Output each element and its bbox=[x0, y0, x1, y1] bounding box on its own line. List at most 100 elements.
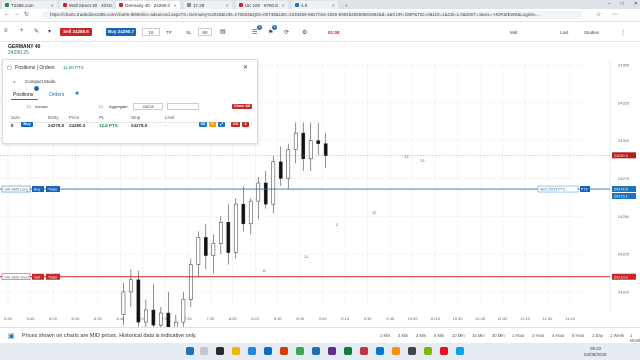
draw-icon[interactable]: ✎ bbox=[34, 28, 39, 35]
tab-close-icon[interactable]: ✕ bbox=[282, 3, 285, 8]
timeframe-option[interactable]: 10 Min bbox=[452, 333, 465, 338]
browser-tab[interactable]: Wall Street 30 · 40315(0)✕ bbox=[60, 1, 112, 9]
last-dropdown[interactable]: Last bbox=[560, 30, 569, 35]
tab-close-icon[interactable]: ✕ bbox=[226, 3, 229, 8]
sell-button[interactable]: Sell 24289.6 bbox=[60, 28, 92, 36]
aggregate-checkbox[interactable]: ☐ bbox=[99, 104, 103, 109]
timeframe-option[interactable]: 6 Hour bbox=[572, 333, 585, 338]
position-stop[interactable]: 24278.0 bbox=[131, 123, 147, 128]
browser-tab[interactable]: 17.28 ✕ bbox=[184, 1, 232, 9]
taskbar-date[interactable]: 04/08/2025 bbox=[584, 352, 607, 357]
tab-orders[interactable]: Orders bbox=[49, 92, 64, 98]
excel-icon[interactable] bbox=[344, 347, 352, 355]
timeframe-option[interactable]: 2 Min bbox=[398, 333, 408, 338]
refresh-icon[interactable]: ⟳ bbox=[284, 29, 289, 36]
menu-icon[interactable]: ≡ bbox=[4, 28, 8, 34]
position-price: 24290.3 bbox=[69, 123, 86, 128]
app-three-icon[interactable] bbox=[424, 347, 432, 355]
stake-input[interactable]: 16 bbox=[142, 28, 160, 36]
row-button-close[interactable]: X bbox=[242, 122, 249, 127]
sl-input[interactable]: 60 bbox=[198, 28, 212, 36]
mail-icon[interactable] bbox=[264, 347, 272, 355]
timeframe-option[interactable]: 1 Day bbox=[592, 333, 603, 338]
new-tab-button[interactable]: + bbox=[342, 1, 352, 9]
terminal-icon[interactable] bbox=[408, 347, 416, 355]
maximize-icon[interactable]: □ bbox=[621, 1, 624, 8]
browser-tab[interactable]: UK 100 · 8790.8 ✕ bbox=[236, 1, 288, 9]
browser-tab[interactable]: Germany 40 · 24290.0 ✕ bbox=[116, 1, 180, 9]
timeframe-option[interactable]: 1 Min bbox=[380, 333, 390, 338]
start-icon[interactable] bbox=[186, 347, 194, 355]
positions-icon[interactable]: ☰ bbox=[252, 29, 257, 36]
panel-icon: ▢ bbox=[7, 65, 12, 71]
reload-icon[interactable]: ↻ bbox=[24, 11, 29, 18]
time-axis-label: 11:00 bbox=[498, 316, 508, 321]
office-icon[interactable] bbox=[280, 347, 288, 355]
timeframe-option[interactable]: 1 Week bbox=[610, 333, 624, 338]
position-entry: 24278.0 bbox=[48, 123, 65, 128]
app-four-icon[interactable] bbox=[440, 347, 448, 355]
timeframe-option[interactable]: 3 Min bbox=[416, 333, 426, 338]
minimize-icon[interactable]: – bbox=[608, 1, 611, 8]
buy-button[interactable]: Buy 24290.7 bbox=[106, 28, 136, 36]
timeframe-option[interactable]: 15 Min bbox=[472, 333, 485, 338]
url-field[interactable]: https://charts.tradedirect365.com/charts… bbox=[42, 11, 582, 19]
aggregate-value[interactable]: 24278 bbox=[133, 103, 163, 110]
tp-label[interactable]: TP bbox=[166, 30, 172, 35]
favorites-icon[interactable]: ☆ bbox=[596, 11, 601, 18]
more-icon[interactable]: ⋮ bbox=[620, 29, 626, 36]
close-all-button[interactable]: Close All bbox=[232, 104, 252, 109]
edge-browser-icon[interactable] bbox=[248, 347, 256, 355]
extensions-icon[interactable]: ⋯ bbox=[612, 11, 618, 18]
row-button-se[interactable]: SE bbox=[199, 122, 207, 127]
row-button-order[interactable]: O bbox=[209, 122, 216, 127]
timeframe-option[interactable]: 5 Min bbox=[434, 333, 444, 338]
compact-toggle-icon[interactable]: ● bbox=[13, 79, 15, 84]
row-button-ox[interactable]: OX bbox=[231, 122, 240, 127]
timeframe-option[interactable]: 1 Month bbox=[630, 333, 640, 343]
app-five-icon[interactable] bbox=[456, 347, 464, 355]
mid-dropdown[interactable]: Mid bbox=[510, 30, 517, 35]
timeframe-option[interactable]: 2 Hour bbox=[532, 333, 545, 338]
browser-tab[interactable]: T2365.com ✕ bbox=[2, 1, 57, 9]
timeframe-option[interactable]: 30 Min bbox=[492, 333, 505, 338]
app-icon[interactable] bbox=[360, 347, 368, 355]
tab-close-icon[interactable]: ✕ bbox=[51, 3, 54, 8]
app-two-icon[interactable] bbox=[392, 347, 400, 355]
alerts-icon[interactable]: ⚑ bbox=[268, 29, 273, 36]
tab-close-icon[interactable]: ✕ bbox=[332, 3, 335, 8]
candle-body bbox=[293, 132, 298, 150]
search-icon[interactable] bbox=[200, 347, 208, 355]
timeframe-option[interactable]: 1 Hour bbox=[512, 333, 525, 338]
close-icon[interactable]: ✕ bbox=[634, 1, 638, 8]
file-explorer-icon[interactable] bbox=[232, 347, 240, 355]
teams-icon[interactable] bbox=[328, 347, 336, 355]
arrows-checkbox[interactable]: ☐ bbox=[27, 104, 31, 109]
order-icon[interactable]: ▤ bbox=[220, 28, 226, 35]
aggregate-extra-field[interactable] bbox=[167, 103, 199, 110]
tab-close-icon[interactable]: ✕ bbox=[174, 3, 177, 8]
panel-close-icon[interactable]: ✕ bbox=[243, 64, 248, 71]
crosshair-icon[interactable]: + bbox=[20, 28, 24, 34]
word-icon[interactable] bbox=[312, 347, 320, 355]
timeframe-option[interactable]: 4 Hour bbox=[552, 333, 565, 338]
sl-label[interactable]: SL bbox=[186, 30, 192, 35]
forward-icon[interactable]: → bbox=[14, 11, 20, 17]
orders-settings-icon[interactable]: ✱ bbox=[75, 91, 79, 97]
tab-positions[interactable]: Positions bbox=[13, 92, 33, 98]
settings-icon[interactable]: ⚙ bbox=[302, 29, 307, 36]
compact-mode-label[interactable]: Compact Mode bbox=[25, 79, 56, 84]
column-header: Entry bbox=[48, 115, 59, 120]
line-alert-label: Alert 24274 PTS bbox=[540, 188, 566, 192]
studies-dropdown[interactable]: Studies bbox=[584, 30, 599, 35]
task-view-icon[interactable] bbox=[216, 347, 224, 355]
back-icon[interactable]: ← bbox=[4, 11, 10, 17]
browser-tab[interactable]: 4.0 ✕ bbox=[292, 1, 338, 9]
candle-body bbox=[151, 309, 156, 326]
row-button-expand[interactable]: ⤢ bbox=[218, 122, 225, 127]
dropdown-icon[interactable]: ▾ bbox=[48, 28, 51, 35]
position-limit[interactable]: - bbox=[165, 123, 167, 128]
outlook-icon[interactable] bbox=[376, 347, 384, 355]
chrome-icon[interactable] bbox=[296, 347, 304, 355]
taskbar-time[interactable]: 09:22 bbox=[590, 346, 601, 351]
